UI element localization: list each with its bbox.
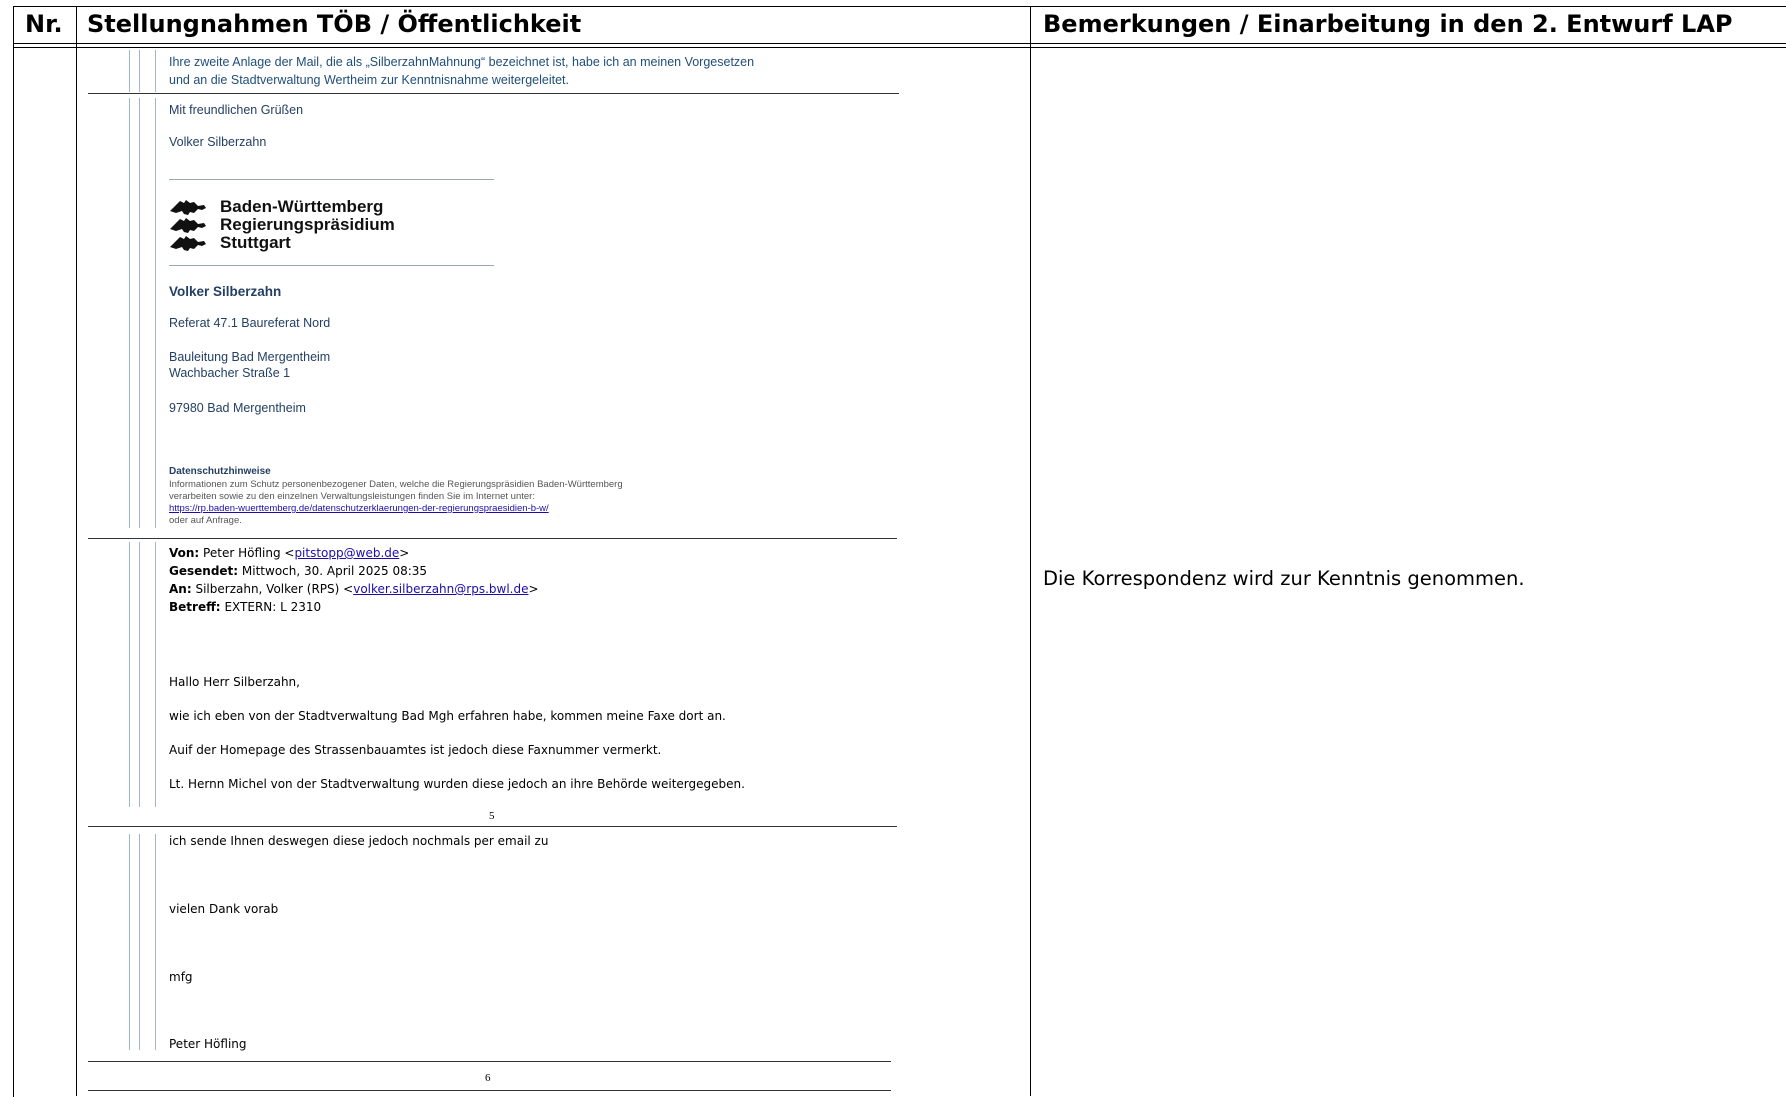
intro-line: und an die Stadtverwaltung Wertheim zur … xyxy=(169,73,569,87)
signature-rule xyxy=(169,179,494,180)
city: 97980 Bad Mergentheim xyxy=(169,401,306,415)
sender-name: Volker Silberzahn xyxy=(169,135,267,149)
mail-to: An: Silberzahn, Volker (RPS) <volker.sil… xyxy=(169,582,539,596)
mail-sent: Gesendet: Mittwoch, 30. April 2025 08:35 xyxy=(169,564,427,578)
to-label: An: xyxy=(169,582,192,596)
bw-logo: Baden-Württemberg xyxy=(168,197,383,217)
privacy-text: oder auf Anfrage. xyxy=(169,515,242,526)
header-divider-double xyxy=(13,47,1786,48)
body-line: Lt. Hernn Michel von der Stadtverwaltung… xyxy=(169,777,745,791)
quote-bar xyxy=(139,542,140,807)
quote-bar xyxy=(129,834,130,1050)
quote-bar xyxy=(139,834,140,1050)
signature-name: Volker Silberzahn xyxy=(169,284,282,299)
intro-line: Ihre zweite Anlage der Mail, die als „Si… xyxy=(169,55,755,69)
quote-bar xyxy=(155,542,156,807)
logo-line-3: Stuttgart xyxy=(220,233,291,252)
header-statements: Stellungnahmen TÖB / Öffentlichkeit xyxy=(87,10,582,38)
lion-icon xyxy=(170,218,206,233)
page-number: 5 xyxy=(489,810,495,822)
column-divider-nr xyxy=(76,6,77,1096)
logo-line-1: Baden-Württemberg xyxy=(220,197,384,216)
quote-bar xyxy=(129,98,130,528)
header-nr: Nr. xyxy=(25,10,63,38)
quote-bar xyxy=(129,50,130,92)
privacy-title: Datenschutzhinweise xyxy=(169,466,271,477)
page-break-line xyxy=(88,1090,891,1091)
salutation: Hallo Herr Silberzahn, xyxy=(169,675,300,689)
closing: mfg xyxy=(169,970,193,984)
thanks: vielen Dank vorab xyxy=(169,902,279,916)
remark-text: Die Korrespondenz wird zur Kenntnis geno… xyxy=(1043,567,1525,590)
lion-icon xyxy=(170,200,206,215)
sent-label: Gesendet: xyxy=(169,564,239,578)
page-break-line xyxy=(88,93,899,94)
mail-subject: Betreff: EXTERN: L 2310 xyxy=(169,600,321,614)
subject-label: Betreff: xyxy=(169,600,221,614)
street: Wachbacher Straße 1 xyxy=(169,366,291,380)
to-email-link[interactable]: volker.silberzahn@rps.bwl.de xyxy=(353,582,528,596)
page-break-line xyxy=(88,1061,891,1062)
quote-bar xyxy=(129,542,130,807)
privacy-link[interactable]: https://rp.baden-wuerttemberg.de/datensc… xyxy=(169,503,549,515)
page-number: 6 xyxy=(485,1072,491,1084)
department: Referat 47.1 Baureferat Nord xyxy=(169,316,331,330)
bw-logo: Stuttgart xyxy=(168,233,291,253)
page-break-line xyxy=(88,538,897,539)
from-label: Von: xyxy=(169,546,200,560)
body-line: ich sende Ihnen deswegen diese jedoch no… xyxy=(169,834,549,848)
quote-bar xyxy=(155,98,156,528)
quote-bar xyxy=(155,50,156,92)
from-value: Peter Höfling < xyxy=(203,546,295,560)
page-break-line xyxy=(88,826,897,827)
body-line: Auif der Homepage des Strassenbauamtes i… xyxy=(169,743,662,757)
body-line: wie ich eben von der Stadtverwaltung Bad… xyxy=(169,709,726,723)
quote-bar xyxy=(139,98,140,528)
lion-icon xyxy=(170,236,206,251)
column-divider-remarks xyxy=(1030,6,1031,1096)
privacy-text: verarbeiten sowie zu den einzelnen Verwa… xyxy=(169,491,535,502)
greeting: Mit freundlichen Grüßen xyxy=(169,103,304,117)
bw-logo: Regierungspräsidium xyxy=(168,215,395,235)
quote-bar xyxy=(155,834,156,1050)
office: Bauleitung Bad Mergentheim xyxy=(169,350,331,364)
from-email-link[interactable]: pitstopp@web.de xyxy=(294,546,399,560)
sent-value: Mittwoch, 30. April 2025 08:35 xyxy=(241,564,428,578)
from-close: > xyxy=(399,546,410,560)
quote-bar xyxy=(139,50,140,92)
mail-from: Von: Peter Höfling <pitstopp@web.de> xyxy=(169,546,409,560)
header-divider xyxy=(13,43,1786,44)
privacy-text: Informationen zum Schutz personenbezogen… xyxy=(169,479,623,490)
subject-value: EXTERN: L 2310 xyxy=(224,600,322,614)
to-value: Silberzahn, Volker (RPS) < xyxy=(195,582,354,596)
logo-line-2: Regierungspräsidium xyxy=(220,215,395,234)
signoff: Peter Höfling xyxy=(169,1037,247,1051)
header-remarks: Bemerkungen / Einarbeitung in den 2. Ent… xyxy=(1043,10,1733,38)
signature-rule xyxy=(169,265,494,266)
to-close: > xyxy=(528,582,539,596)
